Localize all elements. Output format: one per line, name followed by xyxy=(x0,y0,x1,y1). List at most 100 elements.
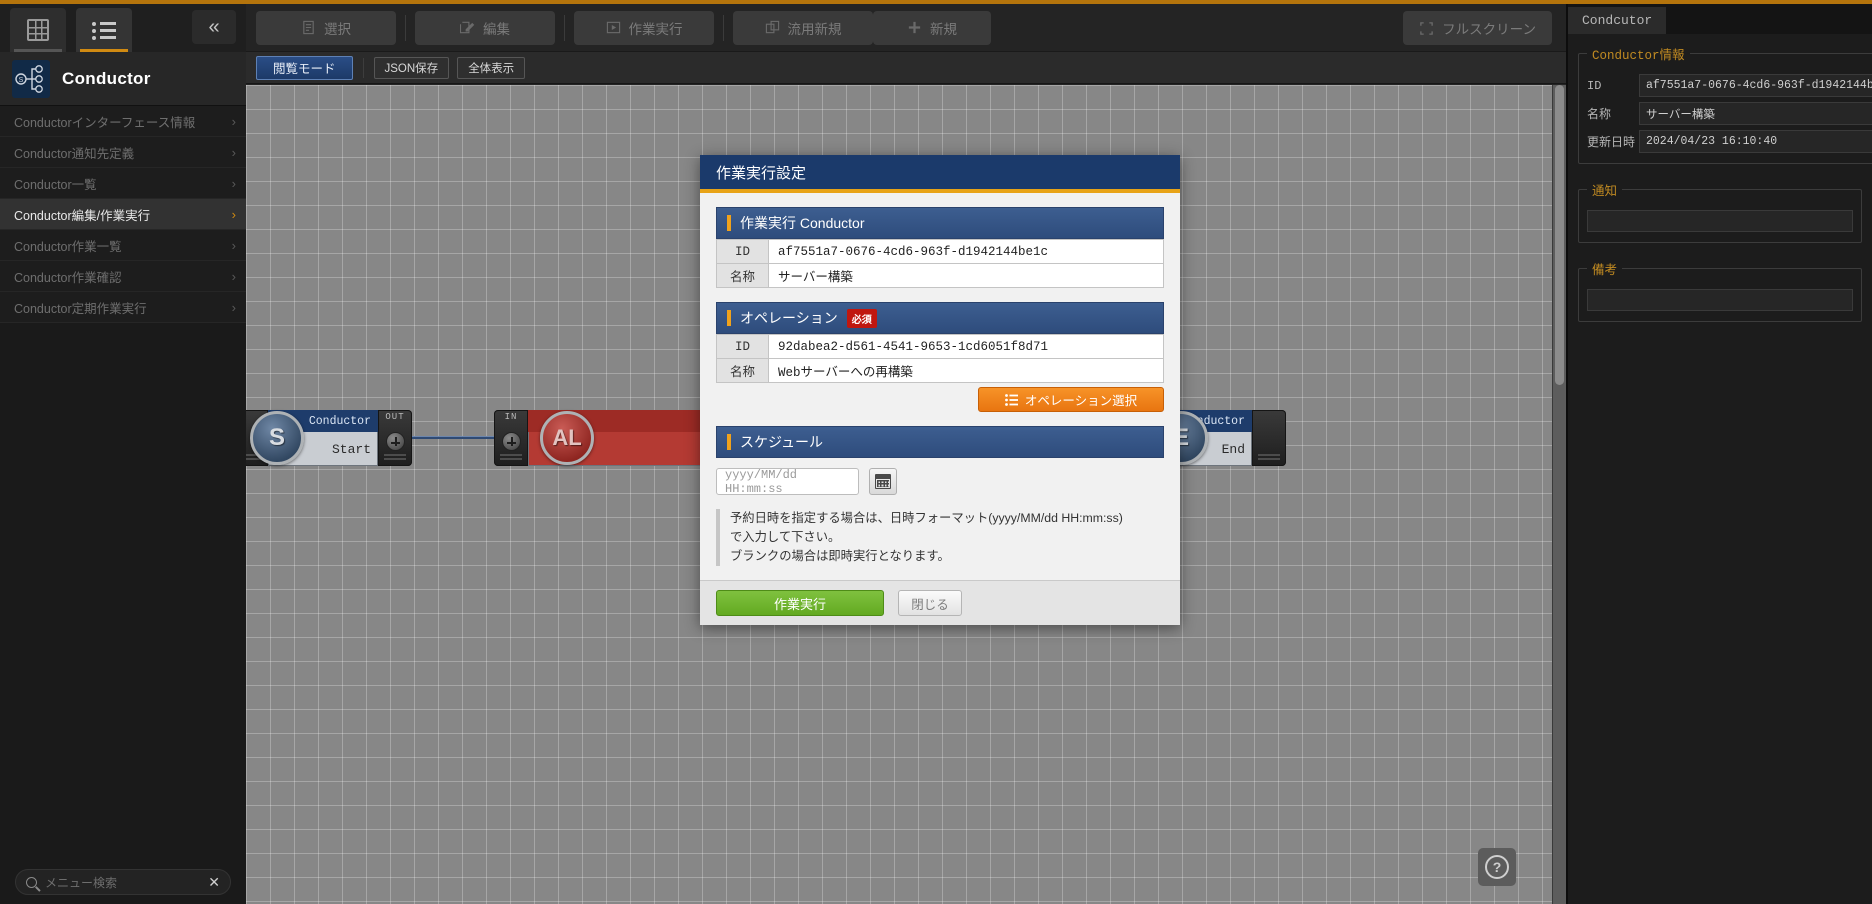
section-accent-bar xyxy=(727,434,731,450)
sidebar-item-work-list[interactable]: Conductor作業一覧 › xyxy=(0,230,246,261)
top-toolbar: 選択 編集 作業実行 xyxy=(246,4,1566,52)
sidebar-item-conductor-list[interactable]: Conductor一覧 › xyxy=(0,168,246,199)
section-title: 作業実行 Conductor xyxy=(740,213,864,233)
dialog-title: 作業実行設定 xyxy=(716,162,806,183)
pencil-square-icon xyxy=(460,20,475,35)
show-all-button[interactable]: 全体表示 xyxy=(457,57,525,79)
select-operation-button[interactable]: オペレーション選択 xyxy=(978,387,1164,412)
dialog-footer: 作業実行 閉じる xyxy=(700,580,1180,625)
table-row: 名称 サーバー構築 xyxy=(717,264,1164,288)
list-icon xyxy=(1005,394,1018,406)
remarks-field[interactable] xyxy=(1587,289,1853,311)
sidebar-view-tabs: « xyxy=(0,4,246,52)
port-knob-icon[interactable] xyxy=(502,432,521,451)
sidebar-item-interface-info[interactable]: Conductorインターフェース情報 › xyxy=(0,106,246,137)
copy-icon xyxy=(765,20,780,35)
duplicate-new-button[interactable]: 流用新規 xyxy=(733,11,873,45)
sidebar-item-edit-execute[interactable]: Conductor編集/作業実行 › xyxy=(0,199,246,230)
search-icon xyxy=(26,877,37,888)
tab-underline-active xyxy=(80,49,128,52)
fullscreen-button[interactable]: フルスクリーン xyxy=(1403,11,1552,45)
section-header-schedule: スケジュール xyxy=(716,426,1164,458)
sidebar-item-label: Conductor作業一覧 xyxy=(14,236,122,255)
sidebar-item-label: Conductor定期作業実行 xyxy=(14,298,147,317)
fullscreen-button-label: フルスクリーン xyxy=(1442,18,1536,38)
tab-conductor[interactable]: Condcutor xyxy=(1568,7,1666,34)
canvas-vertical-scrollbar[interactable] xyxy=(1552,85,1566,904)
row-key: ID xyxy=(717,335,769,359)
row-value: サーバー構築 xyxy=(769,264,1164,288)
list-icon xyxy=(92,21,116,39)
note-line-3: ブランクの場合は即時実行となります。 xyxy=(730,547,1164,566)
tab-underline xyxy=(14,49,62,52)
clear-search-icon[interactable]: ✕ xyxy=(208,874,220,891)
section-header-conductor: 作業実行 Conductor xyxy=(716,207,1164,239)
dialog-title-bar: 作業実行設定 xyxy=(700,155,1180,193)
chevron-right-icon: › xyxy=(232,238,236,253)
save-json-button[interactable]: JSON保存 xyxy=(374,57,450,79)
edit-button-label: 編集 xyxy=(483,18,510,38)
play-icon xyxy=(606,20,621,35)
section-title: スケジュール xyxy=(740,432,823,452)
notification-field[interactable] xyxy=(1587,210,1853,232)
node-start[interactable]: Conductor Start OUT S xyxy=(246,410,412,466)
plus-icon xyxy=(907,20,922,35)
datetime-input[interactable]: yyyy/MM/dd HH:mm:ss xyxy=(716,468,859,495)
sidebar-item-label: Conductor編集/作業実行 xyxy=(14,205,150,224)
svg-text:S: S xyxy=(19,77,24,84)
required-badge: 必須 xyxy=(847,309,877,328)
scrollbar-thumb[interactable] xyxy=(1555,85,1564,385)
select-button[interactable]: 選択 xyxy=(256,11,396,45)
sidebar-item-notification-def[interactable]: Conductor通知先定義 › xyxy=(0,137,246,168)
toolbar-right-group: フルスクリーン xyxy=(1403,11,1552,45)
node-out-port[interactable]: OUT xyxy=(378,410,412,466)
conductor-info-group: Conductor情報 ID af7551a7-0676-4cd6-963f-d… xyxy=(1578,44,1872,164)
fullscreen-icon xyxy=(1419,21,1434,36)
sidebar-item-label: Conductor一覧 xyxy=(14,174,97,193)
chevron-right-icon: › xyxy=(232,145,236,160)
select-operation-label: オペレーション選択 xyxy=(1025,390,1137,409)
app-root: « S Conductor Conductorインター xyxy=(0,0,1872,904)
conductor-id-field: af7551a7-0676-4cd6-963f-d1942144be1c xyxy=(1639,74,1872,97)
sidebar-collapse-button[interactable]: « xyxy=(192,10,236,44)
note-line-2: で入力して下さい。 xyxy=(730,528,1164,547)
toolbar-divider xyxy=(564,15,565,41)
menu-search-box[interactable]: メニュー検索 ✕ xyxy=(15,869,231,895)
edit-button[interactable]: 編集 xyxy=(415,11,555,45)
grid-view-tab[interactable] xyxy=(10,8,66,52)
calendar-picker-button[interactable] xyxy=(869,468,897,495)
view-mode-button[interactable]: 閲覧モード xyxy=(256,56,353,80)
grip-icon xyxy=(384,454,406,461)
flow-wire xyxy=(406,436,506,439)
conductor-name-field: サーバー構築 xyxy=(1639,102,1872,125)
mode-subbar: 閲覧モード JSON保存 全体表示 xyxy=(246,52,1566,84)
info-row xyxy=(1587,210,1853,232)
schedule-note: 予約日時を指定する場合は、日時フォーマット(yyyy/MM/dd HH:mm:s… xyxy=(716,509,1164,566)
section-header-operation: オペレーション 必須 xyxy=(716,302,1164,334)
execute-work-button[interactable]: 作業実行 xyxy=(716,590,884,616)
help-button[interactable]: ? xyxy=(1478,848,1516,886)
execute-button[interactable]: 作業実行 xyxy=(574,11,714,45)
note-line-1: 予約日時を指定する場合は、日時フォーマット(yyyy/MM/dd HH:mm:s… xyxy=(730,509,1164,528)
sidebar-item-label: Conductor作業確認 xyxy=(14,267,122,286)
right-properties-panel: Condcutor Conductor情報 ID af7551a7-0676-4… xyxy=(1566,4,1872,904)
close-dialog-button[interactable]: 閉じる xyxy=(898,590,962,616)
port-knob-icon[interactable] xyxy=(386,432,405,451)
node-in-port[interactable]: IN xyxy=(494,410,528,466)
duplicate-new-button-label: 流用新規 xyxy=(788,18,842,38)
right-panel-tabs: Condcutor xyxy=(1568,4,1872,34)
menu-search-input[interactable]: メニュー検索 xyxy=(45,874,200,891)
table-row: ID af7551a7-0676-4cd6-963f-d1942144be1c xyxy=(717,240,1164,264)
list-view-tab[interactable] xyxy=(76,8,132,52)
sidebar-item-label: Conductor通知先定義 xyxy=(14,143,134,162)
row-label: 名称 xyxy=(1587,105,1639,122)
chevron-right-icon: › xyxy=(232,114,236,129)
sidebar-search-area: メニュー検索 ✕ xyxy=(0,860,246,904)
new-button[interactable]: 新規 xyxy=(873,11,991,45)
chevron-right-icon: › xyxy=(232,176,236,191)
row-key: 名称 xyxy=(717,359,769,383)
document-icon xyxy=(301,20,316,35)
grid-icon xyxy=(27,19,49,41)
sidebar-item-work-confirm[interactable]: Conductor作業確認 › xyxy=(0,261,246,292)
sidebar-item-scheduled-execute[interactable]: Conductor定期作業実行 › xyxy=(0,292,246,323)
